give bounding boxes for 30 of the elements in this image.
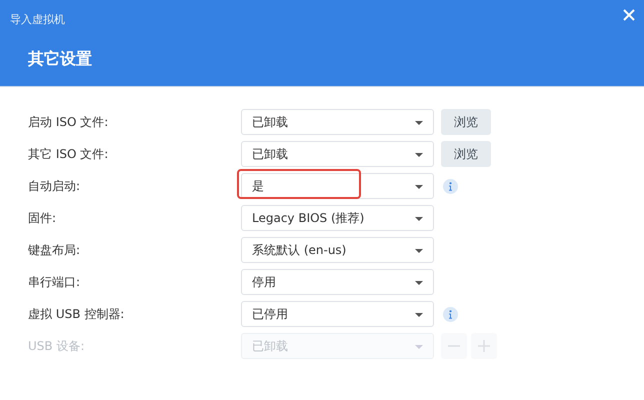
setting-label: 串行端口: [28, 274, 82, 290]
window-title: 导入虚拟机 [10, 12, 65, 27]
setting-label: 键盘布局: [28, 242, 82, 258]
caret-icon [415, 217, 423, 221]
close-icon[interactable] [622, 8, 636, 22]
setting-label: 启动 ISO 文件: [28, 114, 110, 130]
caret-icon [415, 281, 423, 285]
caret-icon [415, 345, 423, 349]
dropdown[interactable]: 已停用 [241, 301, 434, 327]
setting-label: USB 设备: [28, 338, 86, 354]
setting-label: 虚拟 USB 控制器: [28, 306, 126, 322]
caret-icon [415, 249, 423, 253]
dropdown[interactable]: 已卸载 [241, 141, 434, 167]
caret-icon [415, 185, 423, 189]
caret-icon [415, 121, 423, 125]
info-icon[interactable] [443, 178, 458, 194]
setting-label: 其它 ISO 文件: [28, 146, 110, 162]
browse-button[interactable]: 浏览 [441, 109, 491, 135]
section-title: 其它设置 [28, 49, 92, 70]
setting-label: 固件: [28, 210, 58, 226]
dropdown[interactable]: 系统默认 (en-us) [241, 237, 434, 263]
dropdown[interactable]: 停用 [241, 269, 434, 295]
caret-icon [415, 313, 423, 317]
caret-icon [415, 153, 423, 157]
dropdown[interactable]: 已卸载 [241, 109, 434, 135]
dropdown[interactable]: Legacy BIOS (推荐) [241, 205, 434, 231]
browse-button[interactable]: 浏览 [441, 141, 491, 167]
setting-label: 自动启动: [28, 178, 82, 194]
plus-icon [477, 339, 491, 353]
info-icon[interactable] [443, 306, 458, 322]
